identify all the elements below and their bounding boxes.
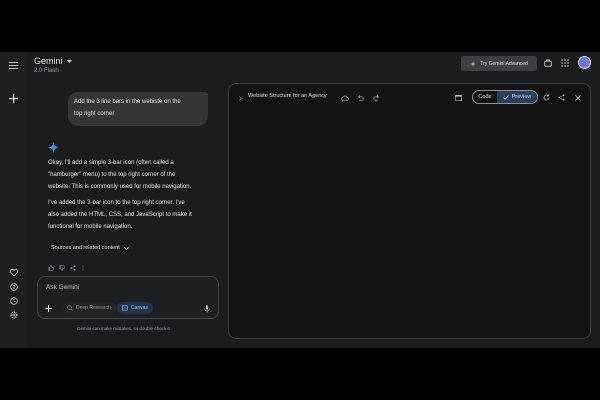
canvas-panel: Website Structure for an Agency Code Pre… xyxy=(228,83,591,339)
menu-icon[interactable] xyxy=(7,59,20,71)
reply-line: functional for mobile navigation. xyxy=(48,224,133,230)
tab-code-label: Code xyxy=(478,94,492,100)
reply-line: Okay, I'll add a simple 3-bar icon (ofte… xyxy=(48,160,174,166)
try-advanced-button[interactable]: Try Gemini Advanced xyxy=(461,56,537,71)
chevron-down-icon xyxy=(66,59,72,63)
disclaimer: Gemini can make mistakes, so double-chec… xyxy=(77,326,170,331)
gear-icon[interactable] xyxy=(8,309,19,320)
avatar[interactable] xyxy=(578,56,591,69)
canvas-button[interactable]: Canvas xyxy=(117,302,153,314)
feedback-actions xyxy=(48,265,85,271)
chevron-down-icon xyxy=(123,246,129,250)
reply-paragraph-1: Okay, I'll add a simple 3-bar icon (ofte… xyxy=(48,157,210,193)
gemini-sparkle-icon xyxy=(48,140,59,158)
user-message-line: top right corner xyxy=(74,111,115,117)
deep-research-button[interactable]: Deep Research xyxy=(62,302,116,314)
gem-icon[interactable] xyxy=(542,57,554,69)
reply-paragraph-2: I've added the 3-bar icon to the top rig… xyxy=(48,197,210,233)
deep-research-icon xyxy=(67,305,73,311)
deep-research-label: Deep Research xyxy=(76,305,111,311)
reply-line: I've added the 3-bar icon to the top rig… xyxy=(48,200,185,206)
plus-icon[interactable] xyxy=(44,304,53,313)
cloud-icon[interactable] xyxy=(340,93,350,102)
sources-toggle[interactable]: Sources and related content xyxy=(51,245,129,251)
thumbs-up-icon[interactable] xyxy=(48,265,54,271)
thumbs-down-icon[interactable] xyxy=(59,265,65,271)
prompt-input-box[interactable]: Ask Gemini Deep Research Canvas xyxy=(37,276,219,319)
reply-line: "hamburger" menu) to the top right corne… xyxy=(48,172,176,178)
refresh-icon[interactable] xyxy=(542,93,551,102)
help-icon[interactable] xyxy=(8,281,19,292)
close-icon[interactable] xyxy=(573,93,582,102)
canvas-icon xyxy=(122,305,128,311)
reply-line: also added the HTML, CSS, and JavaScript… xyxy=(48,212,192,218)
prompt-input[interactable]: Ask Gemini xyxy=(46,284,79,291)
tab-preview-label: Preview xyxy=(511,94,532,100)
model-name: 2.0 Flash xyxy=(34,68,59,74)
user-message: Add the 3 line bars in the webiste on th… xyxy=(68,92,208,126)
sources-label: Sources and related content xyxy=(51,245,120,251)
collapse-icon[interactable] xyxy=(236,94,244,102)
redo-icon[interactable] xyxy=(372,93,381,102)
undo-icon[interactable] xyxy=(356,93,365,102)
new-chat-plus-icon[interactable] xyxy=(7,92,20,105)
sparkle-icon xyxy=(470,60,477,67)
grid-icon[interactable] xyxy=(559,57,571,69)
gemini-app: Gemini 2.0 Flash Try Gemini Advanced Add… xyxy=(0,52,600,348)
code-view-icon[interactable] xyxy=(454,93,463,102)
share-icon[interactable] xyxy=(557,93,566,102)
reply-line: website. This is commonly used for mobil… xyxy=(48,184,192,190)
heart-icon[interactable] xyxy=(8,267,19,278)
code-preview-toggle: Code Preview xyxy=(472,90,538,104)
try-advanced-label: Try Gemini Advanced xyxy=(480,60,528,67)
model-selector[interactable]: Gemini 2.0 Flash xyxy=(34,56,72,74)
app-title: Gemini xyxy=(34,56,63,66)
side-rail xyxy=(0,52,27,348)
canvas-title: Website Structure for an Agency xyxy=(248,93,327,99)
share-icon[interactable] xyxy=(70,265,76,271)
canvas-label: Canvas xyxy=(131,305,148,311)
check-icon xyxy=(502,94,509,100)
mic-icon[interactable] xyxy=(202,304,211,313)
more-icon[interactable] xyxy=(81,265,85,271)
tab-preview[interactable]: Preview xyxy=(497,91,537,103)
user-message-line: Add the 3 line bars in the webiste on th… xyxy=(74,99,181,105)
history-icon[interactable] xyxy=(8,295,19,306)
tab-code[interactable]: Code xyxy=(473,91,497,103)
